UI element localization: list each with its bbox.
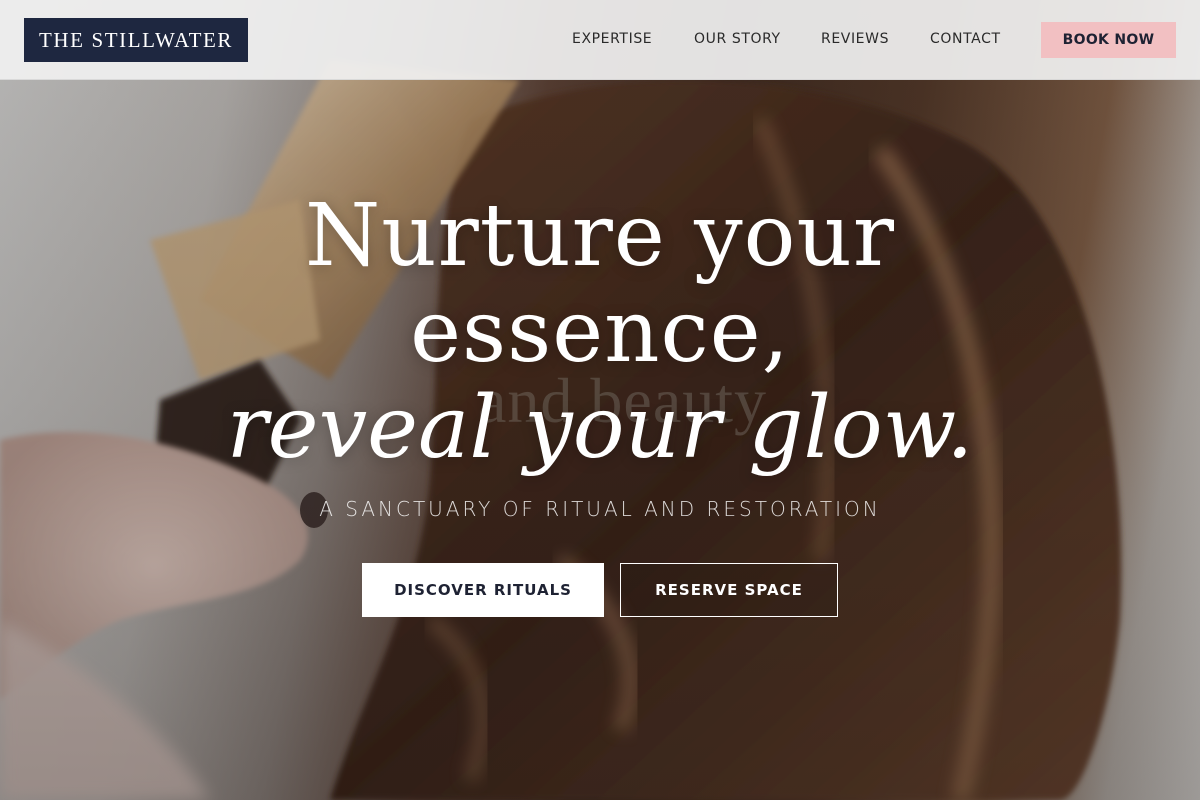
reserve-space-button[interactable]: RESERVE SPACE — [620, 563, 838, 617]
hero-tagline: A SANCTUARY OF RITUAL AND RESTORATION — [319, 497, 881, 521]
book-now-button[interactable]: BOOK NOW — [1041, 22, 1176, 58]
headline-line-2: essence, — [410, 282, 790, 382]
headline-line-1: Nurture your — [305, 186, 895, 286]
discover-rituals-button[interactable]: DISCOVER RITUALS — [362, 563, 604, 617]
nav-item-our-story[interactable]: OUR STORY — [694, 31, 781, 47]
nav-item-contact[interactable]: CONTACT — [930, 31, 1001, 47]
brand-logo[interactable]: THE STILLWATER — [24, 18, 248, 62]
hero-headline: Nurture your essence, reveal your glow. — [0, 188, 1200, 476]
headline-line-3: reveal your glow. — [226, 378, 974, 478]
nav-item-expertise[interactable]: EXPERTISE — [572, 31, 652, 47]
site-header: THE STILLWATER EXPERTISE OUR STORY REVIE… — [0, 0, 1200, 80]
nav-item-reviews[interactable]: REVIEWS — [821, 31, 889, 47]
